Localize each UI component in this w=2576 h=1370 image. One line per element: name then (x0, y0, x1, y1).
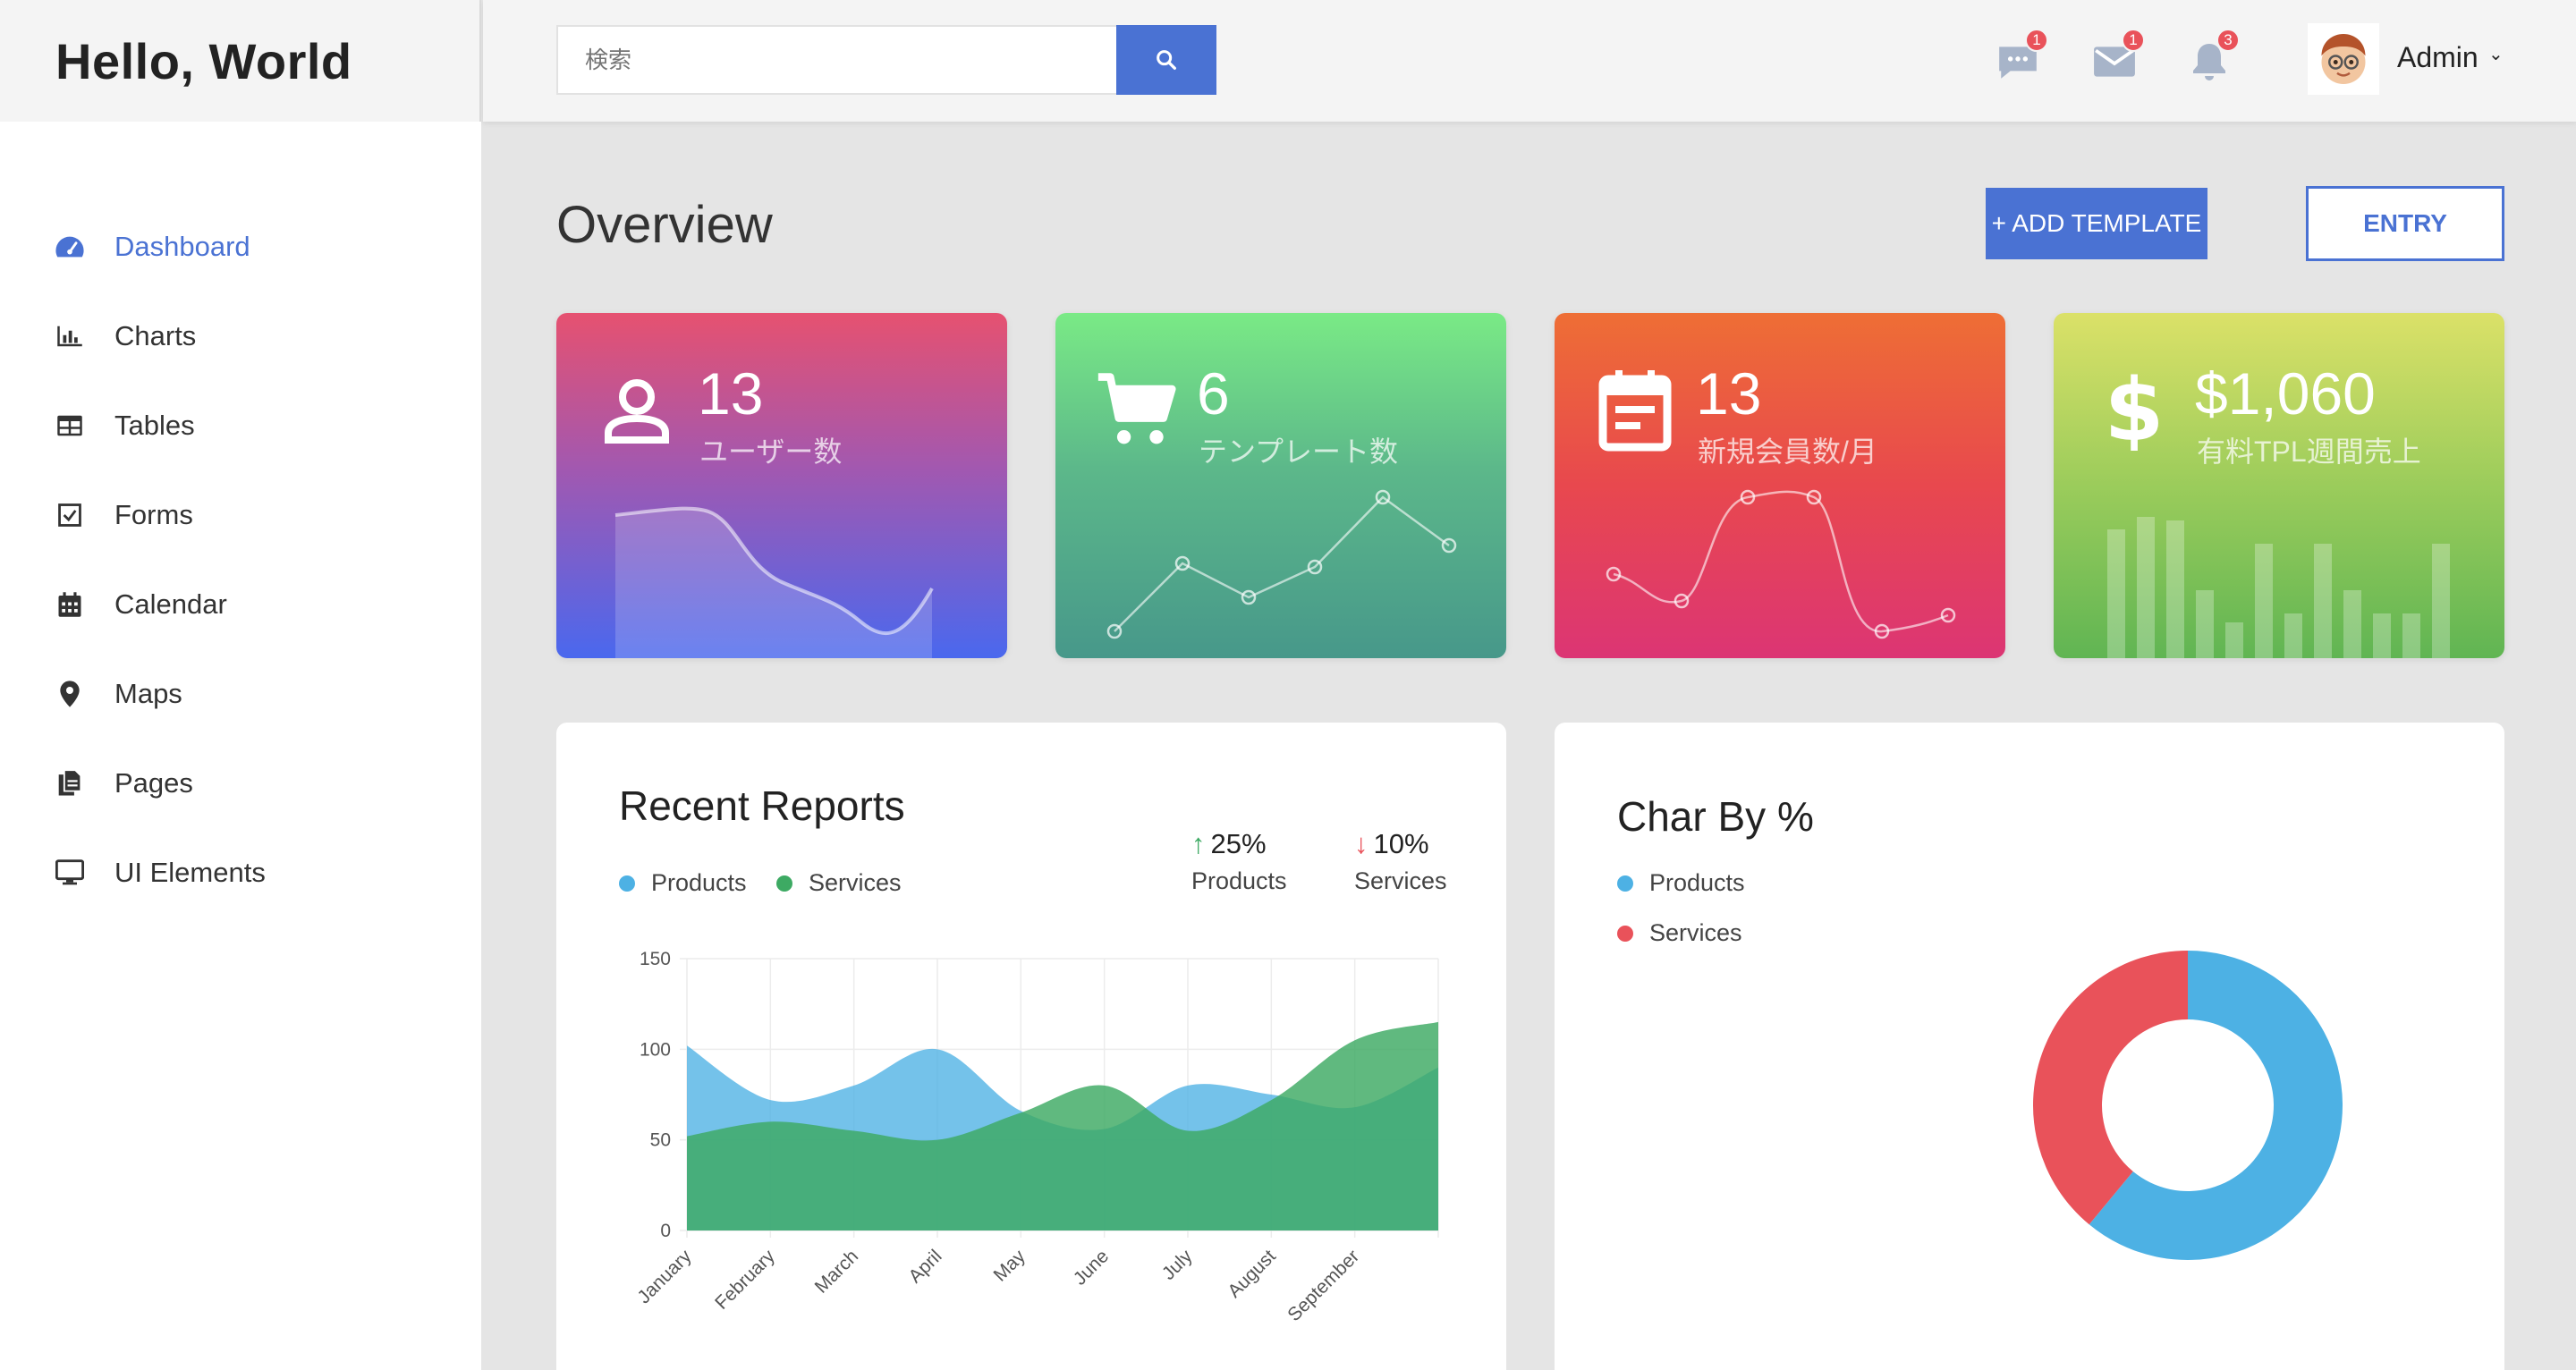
sidebar-item-label: UI Elements (114, 857, 266, 888)
avatar[interactable] (2308, 23, 2379, 95)
y-tick-label: 100 (640, 1039, 671, 1060)
sidebar-item-dashboard[interactable]: Dashboard (54, 220, 250, 274)
x-tick-label: July (1158, 1246, 1197, 1284)
add-template-button[interactable]: + ADD TEMPLATE (1986, 188, 2207, 259)
stat-card-templates[interactable]: 6 テンプレート数 (1055, 313, 1506, 658)
sidebar-item-label: Pages (114, 767, 193, 799)
user-name[interactable]: Admin (2397, 41, 2479, 74)
svg-text:$: $ (2109, 368, 2159, 451)
reports-area-chart: 0 50 100 150 January February March April May Jun… (633, 949, 1439, 1325)
x-tick-label: August (1224, 1246, 1280, 1302)
sidebar-item-calendar[interactable]: Calendar (54, 578, 227, 631)
sidebar-item-label: Tables (114, 410, 195, 441)
sidebar: Dashboard Charts Tables Forms Calendar M… (0, 122, 481, 1370)
cart-icon (1095, 368, 1177, 451)
search-button[interactable] (1116, 25, 1216, 95)
stat-value: 6 (1197, 360, 1230, 427)
y-tick-label: 50 (650, 1130, 671, 1151)
dollar-icon: $ (2093, 368, 2175, 451)
x-tick-label: April (905, 1246, 946, 1287)
percent-card: Char By % Products Services (1555, 723, 2504, 1370)
notifications-badge: 3 (2216, 29, 2240, 52)
monitor-icon (54, 857, 86, 889)
stat-value: 13 (1696, 360, 1762, 427)
notifications-button[interactable]: 3 (2186, 29, 2240, 84)
stat-value: $1,060 (2195, 360, 2376, 427)
search-input[interactable] (556, 25, 1118, 95)
stat-label: テンプレート数 (1199, 436, 1399, 468)
app-title: Hello, World (55, 32, 352, 89)
dashboard-icon (54, 231, 86, 263)
pages-icon (54, 767, 86, 799)
table-icon (54, 410, 86, 442)
donut-slice-services[interactable] (2033, 951, 2188, 1225)
sidebar-item-label: Dashboard (114, 231, 250, 262)
sidebar-item-maps[interactable]: Maps (54, 667, 182, 721)
top-bar: 1 1 3 Admin ⌄ (483, 0, 2576, 122)
stat-card-users[interactable]: 13 ユーザー数 (556, 313, 1007, 658)
checkbox-icon (54, 499, 86, 531)
mail-button[interactable]: 1 (2091, 29, 2145, 84)
area-series-services (687, 1021, 1438, 1230)
messages-button[interactable]: 1 (1995, 29, 2048, 84)
calendar-icon (54, 588, 86, 621)
sidebar-item-charts[interactable]: Charts (54, 309, 196, 363)
x-tick-label: February (711, 1246, 779, 1314)
mail-badge: 1 (2122, 29, 2145, 52)
user-icon (596, 368, 678, 451)
page-title: Overview (556, 196, 773, 254)
bar-chart-icon (54, 320, 86, 352)
templates-sparkline (1106, 489, 1457, 639)
sidebar-item-label: Calendar (114, 588, 227, 620)
x-tick-label: January (633, 1246, 695, 1307)
sidebar-item-label: Charts (114, 320, 197, 351)
y-tick-label: 150 (640, 949, 671, 969)
calendar-note-icon (1594, 368, 1676, 452)
members-sparkline (1606, 489, 1956, 639)
x-tick-label: May (990, 1246, 1030, 1286)
y-tick-label: 0 (660, 1221, 671, 1241)
stat-card-new-members[interactable]: 13 新規会員数/月 (1555, 313, 2005, 658)
stat-label: 新規会員数/月 (1698, 436, 1877, 468)
search-icon (1157, 50, 1176, 70)
stat-label: 有料TPL週間売上 (2197, 436, 2421, 468)
percent-donut-chart (2033, 951, 2343, 1260)
entry-button[interactable]: ENTRY (2306, 186, 2504, 261)
brand[interactable]: Hello, World (0, 0, 481, 122)
stat-label: ユーザー数 (699, 436, 843, 468)
stat-value: 13 (698, 360, 764, 427)
x-tick-label: March (811, 1246, 863, 1298)
sidebar-item-forms[interactable]: Forms (54, 488, 193, 542)
sidebar-item-ui-elements[interactable]: UI Elements (54, 846, 266, 900)
messages-badge: 1 (2025, 29, 2048, 52)
recent-reports-card: Recent Reports Products Services ↑ 25% Pr… (556, 723, 1506, 1370)
x-tick-label: June (1070, 1246, 1113, 1289)
x-tick-label: September (1284, 1246, 1363, 1325)
sidebar-item-tables[interactable]: Tables (54, 399, 195, 452)
chevron-down-icon[interactable]: ⌄ (2488, 43, 2504, 65)
stat-card-weekly-sales[interactable]: $ $1,060 有料TPL週間売上 (2054, 313, 2504, 658)
sidebar-item-pages[interactable]: Pages (54, 757, 193, 810)
avatar-face-icon (2321, 34, 2366, 84)
sidebar-item-label: Maps (114, 678, 182, 709)
sidebar-item-label: Forms (114, 499, 193, 530)
map-pin-icon (54, 678, 86, 710)
users-sparkline (614, 506, 934, 658)
